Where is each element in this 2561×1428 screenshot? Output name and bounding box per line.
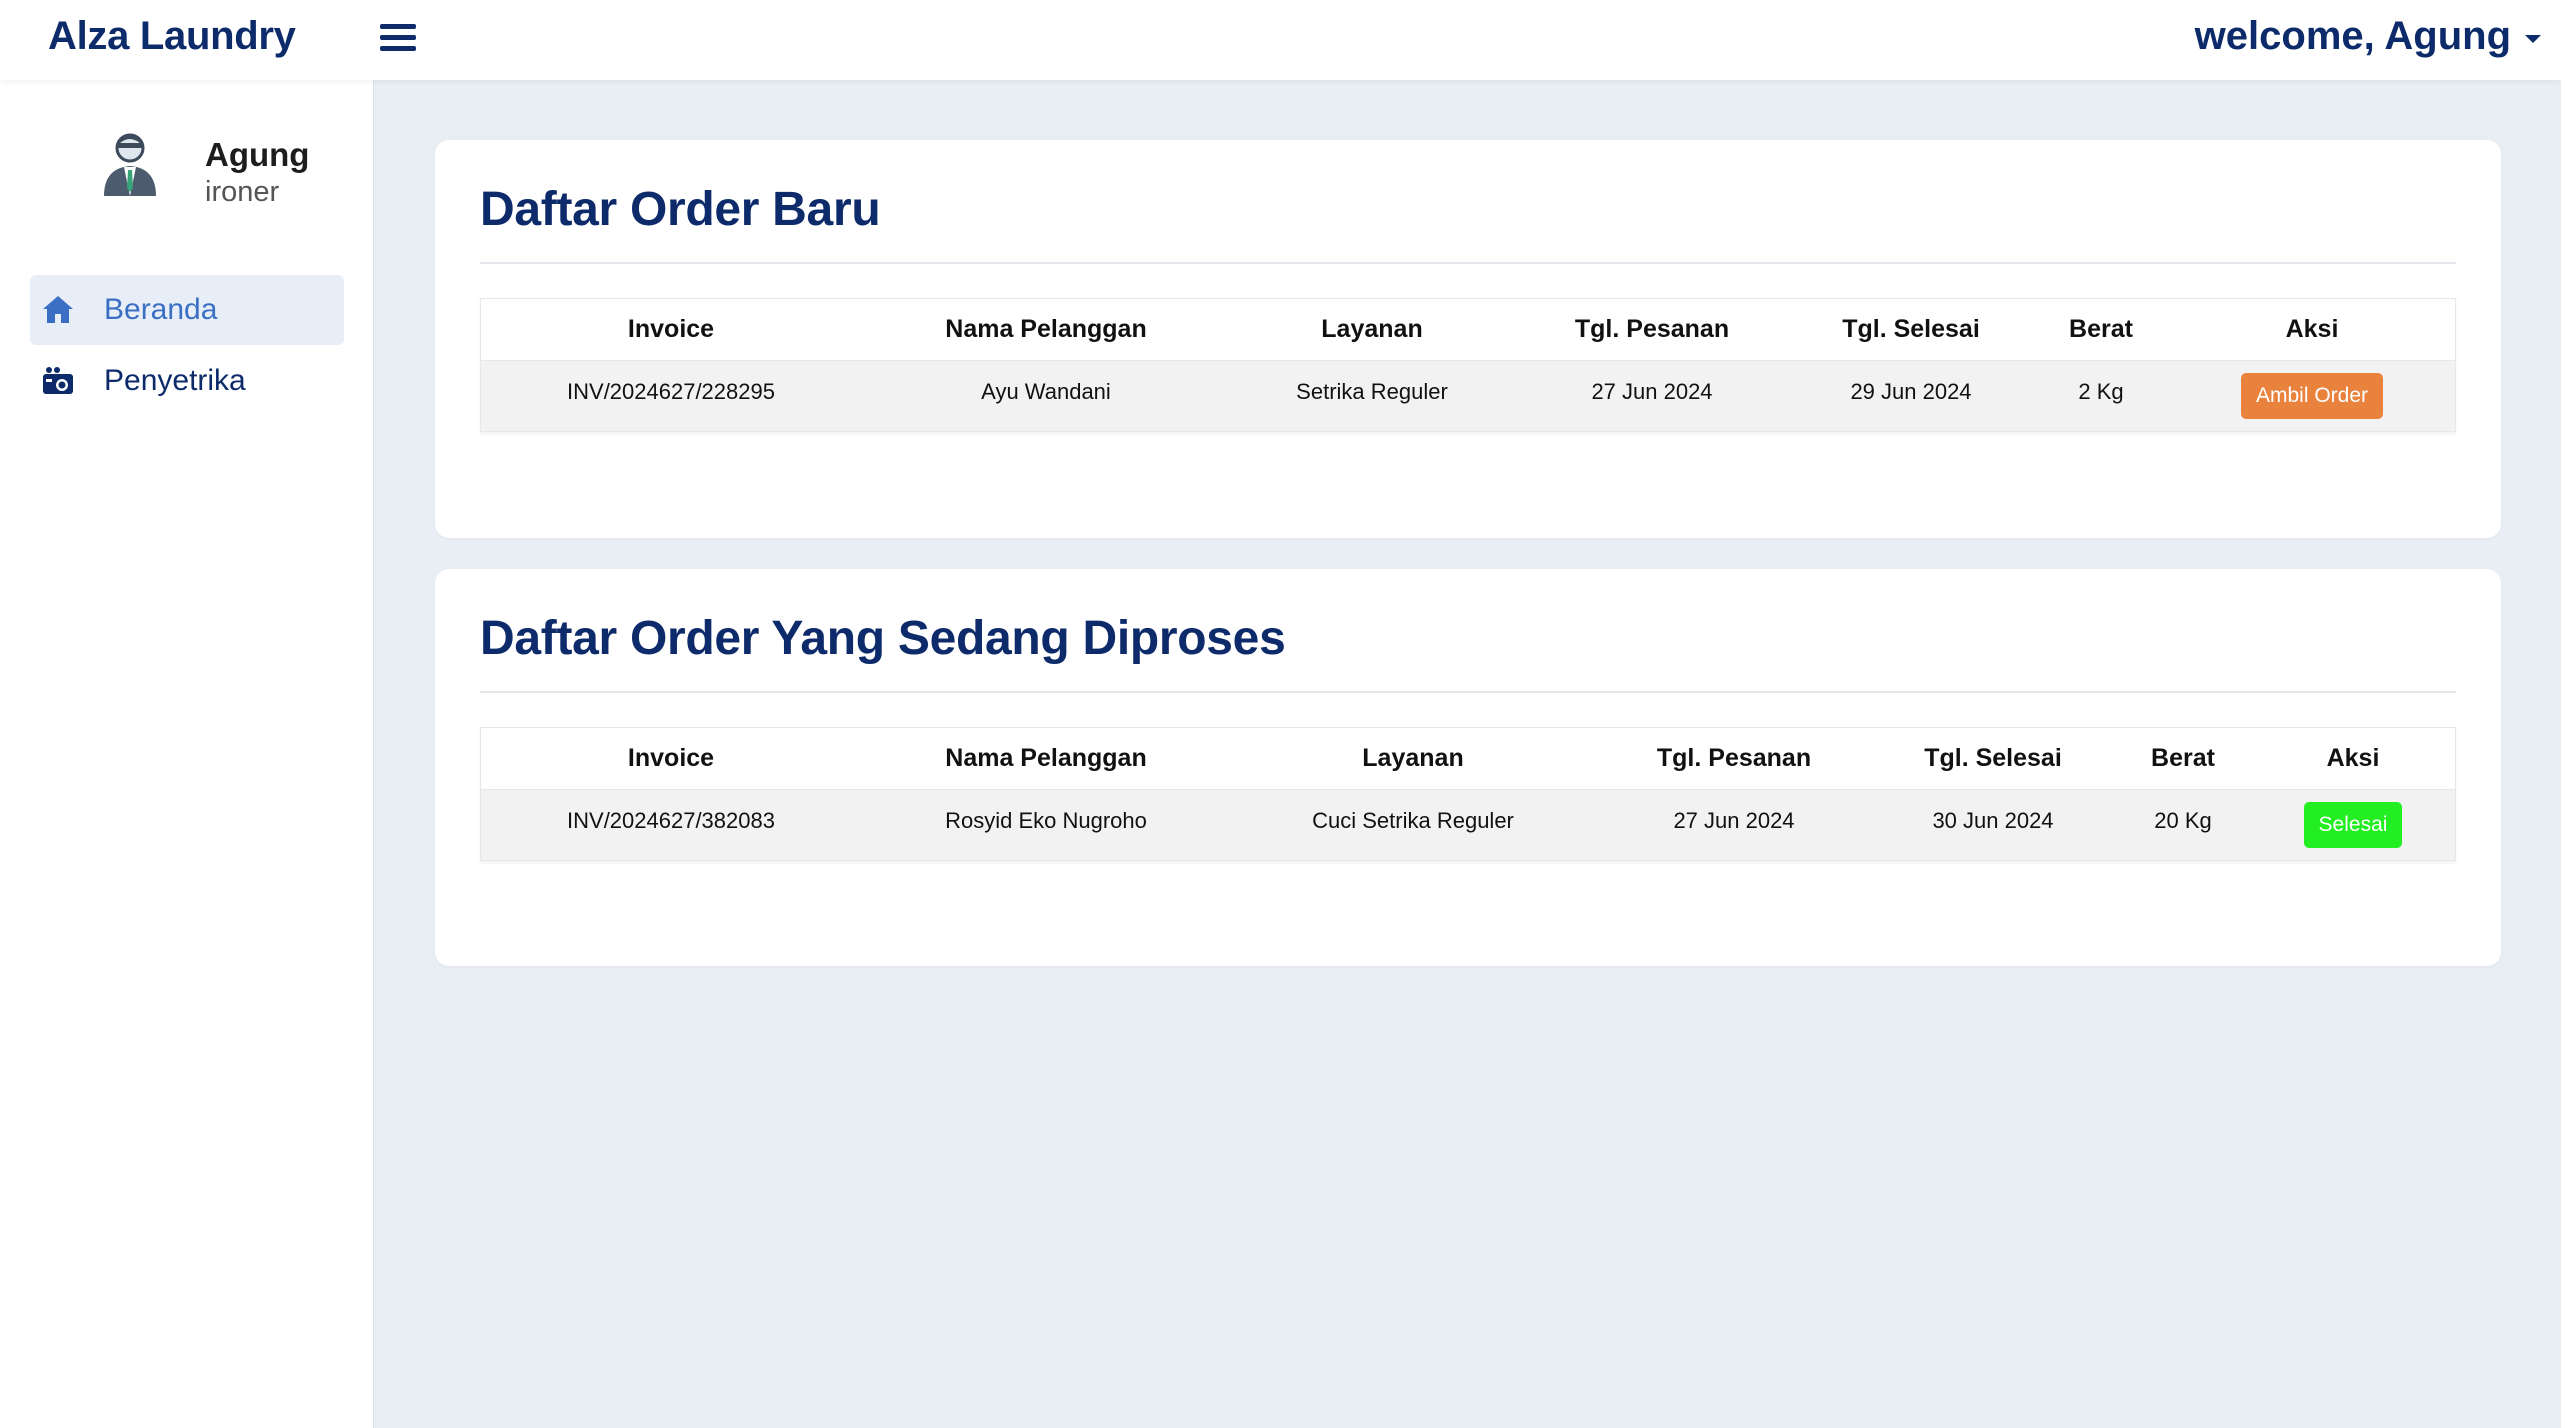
- customer-cell: Ayu Wandani: [981, 379, 1111, 404]
- invoice-cell: INV/2024627/228295: [567, 379, 775, 404]
- customer-cell: Rosyid Eko Nugroho: [945, 808, 1147, 833]
- top-bar: Alza Laundry welcome, Agung: [0, 0, 2561, 80]
- divider: [480, 262, 2456, 264]
- home-icon: [43, 296, 73, 323]
- sidebar-item-label: Beranda: [104, 293, 218, 326]
- finish-date-cell: 29 Jun 2024: [1850, 379, 1972, 404]
- card-title: Daftar Order Yang Sedang Diproses: [480, 612, 1286, 665]
- user-menu[interactable]: welcome, Agung: [2195, 14, 2541, 59]
- sidebar-item-beranda[interactable]: Beranda: [30, 275, 344, 345]
- column-header[interactable]: Tgl. Selesai: [1791, 315, 2031, 344]
- table-row: INV/2024627/228295 Ayu Wandani Setrika R…: [481, 361, 2455, 431]
- processing-orders-table: Invoice Nama Pelanggan Layanan Tgl. Pesa…: [480, 727, 2456, 861]
- new-orders-table: Invoice Nama Pelanggan Layanan Tgl. Pesa…: [480, 298, 2456, 432]
- invoice-cell: INV/2024627/382083: [567, 808, 775, 833]
- sidebar: Agung ironer Beranda Penyetrika: [0, 80, 374, 1428]
- welcome-text: welcome, Agung: [2194, 14, 2511, 58]
- column-header[interactable]: Layanan: [1231, 744, 1595, 773]
- column-header: Aksi: [2326, 744, 2380, 772]
- column-header[interactable]: Tgl. Selesai: [1873, 744, 2113, 773]
- table-row: INV/2024627/382083 Rosyid Eko Nugroho Cu…: [481, 790, 2455, 860]
- weight-cell: 2 Kg: [2078, 379, 2124, 404]
- divider: [480, 691, 2456, 693]
- avatar: [104, 133, 156, 196]
- order-date-cell: 27 Jun 2024: [1673, 808, 1795, 833]
- column-header[interactable]: Berat: [2031, 315, 2171, 344]
- action-cell: Ambil Order: [2171, 365, 2453, 419]
- processing-orders-card: Daftar Order Yang Sedang Diproses Invoic…: [435, 569, 2501, 966]
- menu-toggle-icon[interactable]: [380, 22, 416, 54]
- column-header[interactable]: Invoice: [481, 744, 861, 773]
- column-header: Aksi: [2285, 315, 2339, 343]
- new-orders-card: Daftar Order Baru Invoice Nama Pelanggan…: [435, 140, 2501, 538]
- finish-button[interactable]: Selesai: [2303, 802, 2403, 848]
- service-cell: Setrika Reguler: [1296, 379, 1448, 404]
- sidebar-item-penyetrika[interactable]: Penyetrika: [30, 346, 344, 416]
- service-cell: Cuci Setrika Reguler: [1312, 808, 1514, 833]
- column-header[interactable]: Nama Pelanggan: [861, 744, 1231, 773]
- caret-down-icon: [2525, 34, 2541, 43]
- column-header[interactable]: Nama Pelanggan: [861, 315, 1231, 344]
- card-title: Daftar Order Baru: [480, 183, 881, 236]
- weight-cell: 20 Kg: [2154, 808, 2212, 833]
- order-date-cell: 27 Jun 2024: [1591, 379, 1713, 404]
- profile-name: Agung: [205, 136, 310, 173]
- column-header[interactable]: Invoice: [481, 315, 861, 344]
- profile-role: ironer: [205, 176, 280, 208]
- column-header[interactable]: Tgl. Pesanan: [1595, 744, 1873, 773]
- sidebar-item-label: Penyetrika: [104, 364, 246, 397]
- laundry-icon: [43, 367, 73, 394]
- column-header[interactable]: Layanan: [1231, 315, 1513, 344]
- action-cell: Selesai: [2253, 794, 2453, 848]
- column-header[interactable]: Berat: [2113, 744, 2253, 773]
- user-profile: Agung ironer: [100, 132, 360, 212]
- table-header-row: Invoice Nama Pelanggan Layanan Tgl. Pesa…: [481, 299, 2455, 361]
- finish-date-cell: 30 Jun 2024: [1932, 808, 2054, 833]
- brand-title[interactable]: Alza Laundry: [48, 14, 296, 59]
- take-order-button[interactable]: Ambil Order: [2240, 373, 2384, 419]
- table-header-row: Invoice Nama Pelanggan Layanan Tgl. Pesa…: [481, 728, 2455, 790]
- column-header[interactable]: Tgl. Pesanan: [1513, 315, 1791, 344]
